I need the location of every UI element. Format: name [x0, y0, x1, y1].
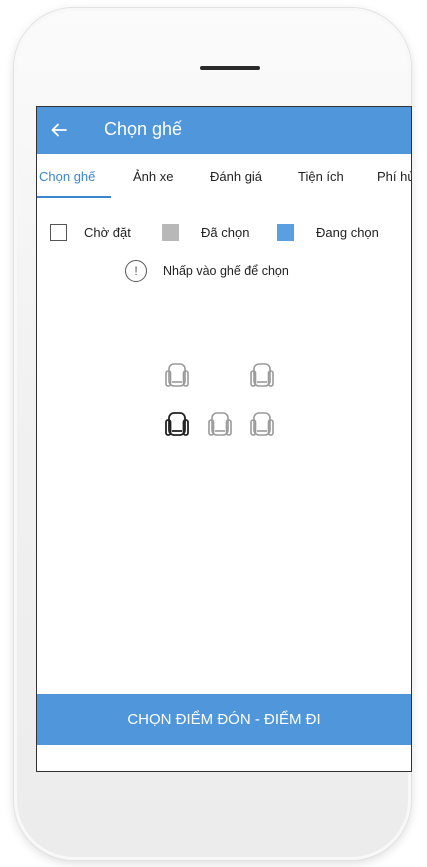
- tab-indicator: [37, 196, 111, 198]
- seat-icon: [208, 412, 232, 436]
- app-screen: Chọn ghế Chọn ghế Ảnh xe Đánh giá Tiện í…: [36, 106, 412, 772]
- legend-swatch-booked: [162, 224, 179, 241]
- info-icon: !: [125, 260, 147, 282]
- arrow-left-icon: [51, 123, 67, 137]
- legend-label-booked: Đã chọn: [201, 225, 250, 240]
- legend-label-selecting: Đang chọn: [316, 225, 379, 240]
- tab-danh-gia[interactable]: Đánh giá: [210, 169, 262, 184]
- seat-available[interactable]: [165, 412, 189, 438]
- legend-label-waiting: Chờ đặt: [84, 225, 131, 240]
- seat-booked[interactable]: [250, 412, 274, 438]
- seat-hint: Nhấp vào ghế để chọn: [163, 264, 289, 278]
- tab-chon-ghe[interactable]: Chọn ghế: [39, 169, 95, 184]
- tab-bar: Chọn ghế Ảnh xe Đánh giá Tiện ích Phí hủ…: [37, 154, 411, 198]
- tab-phi-huy[interactable]: Phí hủy: [377, 169, 411, 184]
- legend-swatch-waiting: [50, 224, 67, 241]
- tab-tien-ich[interactable]: Tiện ích: [298, 169, 344, 184]
- seat-icon: [250, 412, 274, 436]
- phone-speaker: [200, 66, 260, 70]
- tab-anh-xe[interactable]: Ảnh xe: [133, 169, 173, 184]
- app-bar: Chọn ghế: [37, 107, 411, 154]
- seat-booked[interactable]: [208, 412, 232, 438]
- seat-icon: [250, 363, 274, 387]
- choose-pickup-dropoff-button[interactable]: CHỌN ĐIỂM ĐÓN - ĐIỂM ĐI: [37, 694, 411, 745]
- back-button[interactable]: [45, 116, 73, 144]
- seat-booked[interactable]: [250, 363, 274, 389]
- legend-swatch-selecting: [277, 224, 294, 241]
- page-title: Chọn ghế: [104, 119, 183, 139]
- seat-icon: [165, 363, 189, 387]
- seat-booked[interactable]: [165, 363, 189, 389]
- seat-icon: [165, 412, 189, 436]
